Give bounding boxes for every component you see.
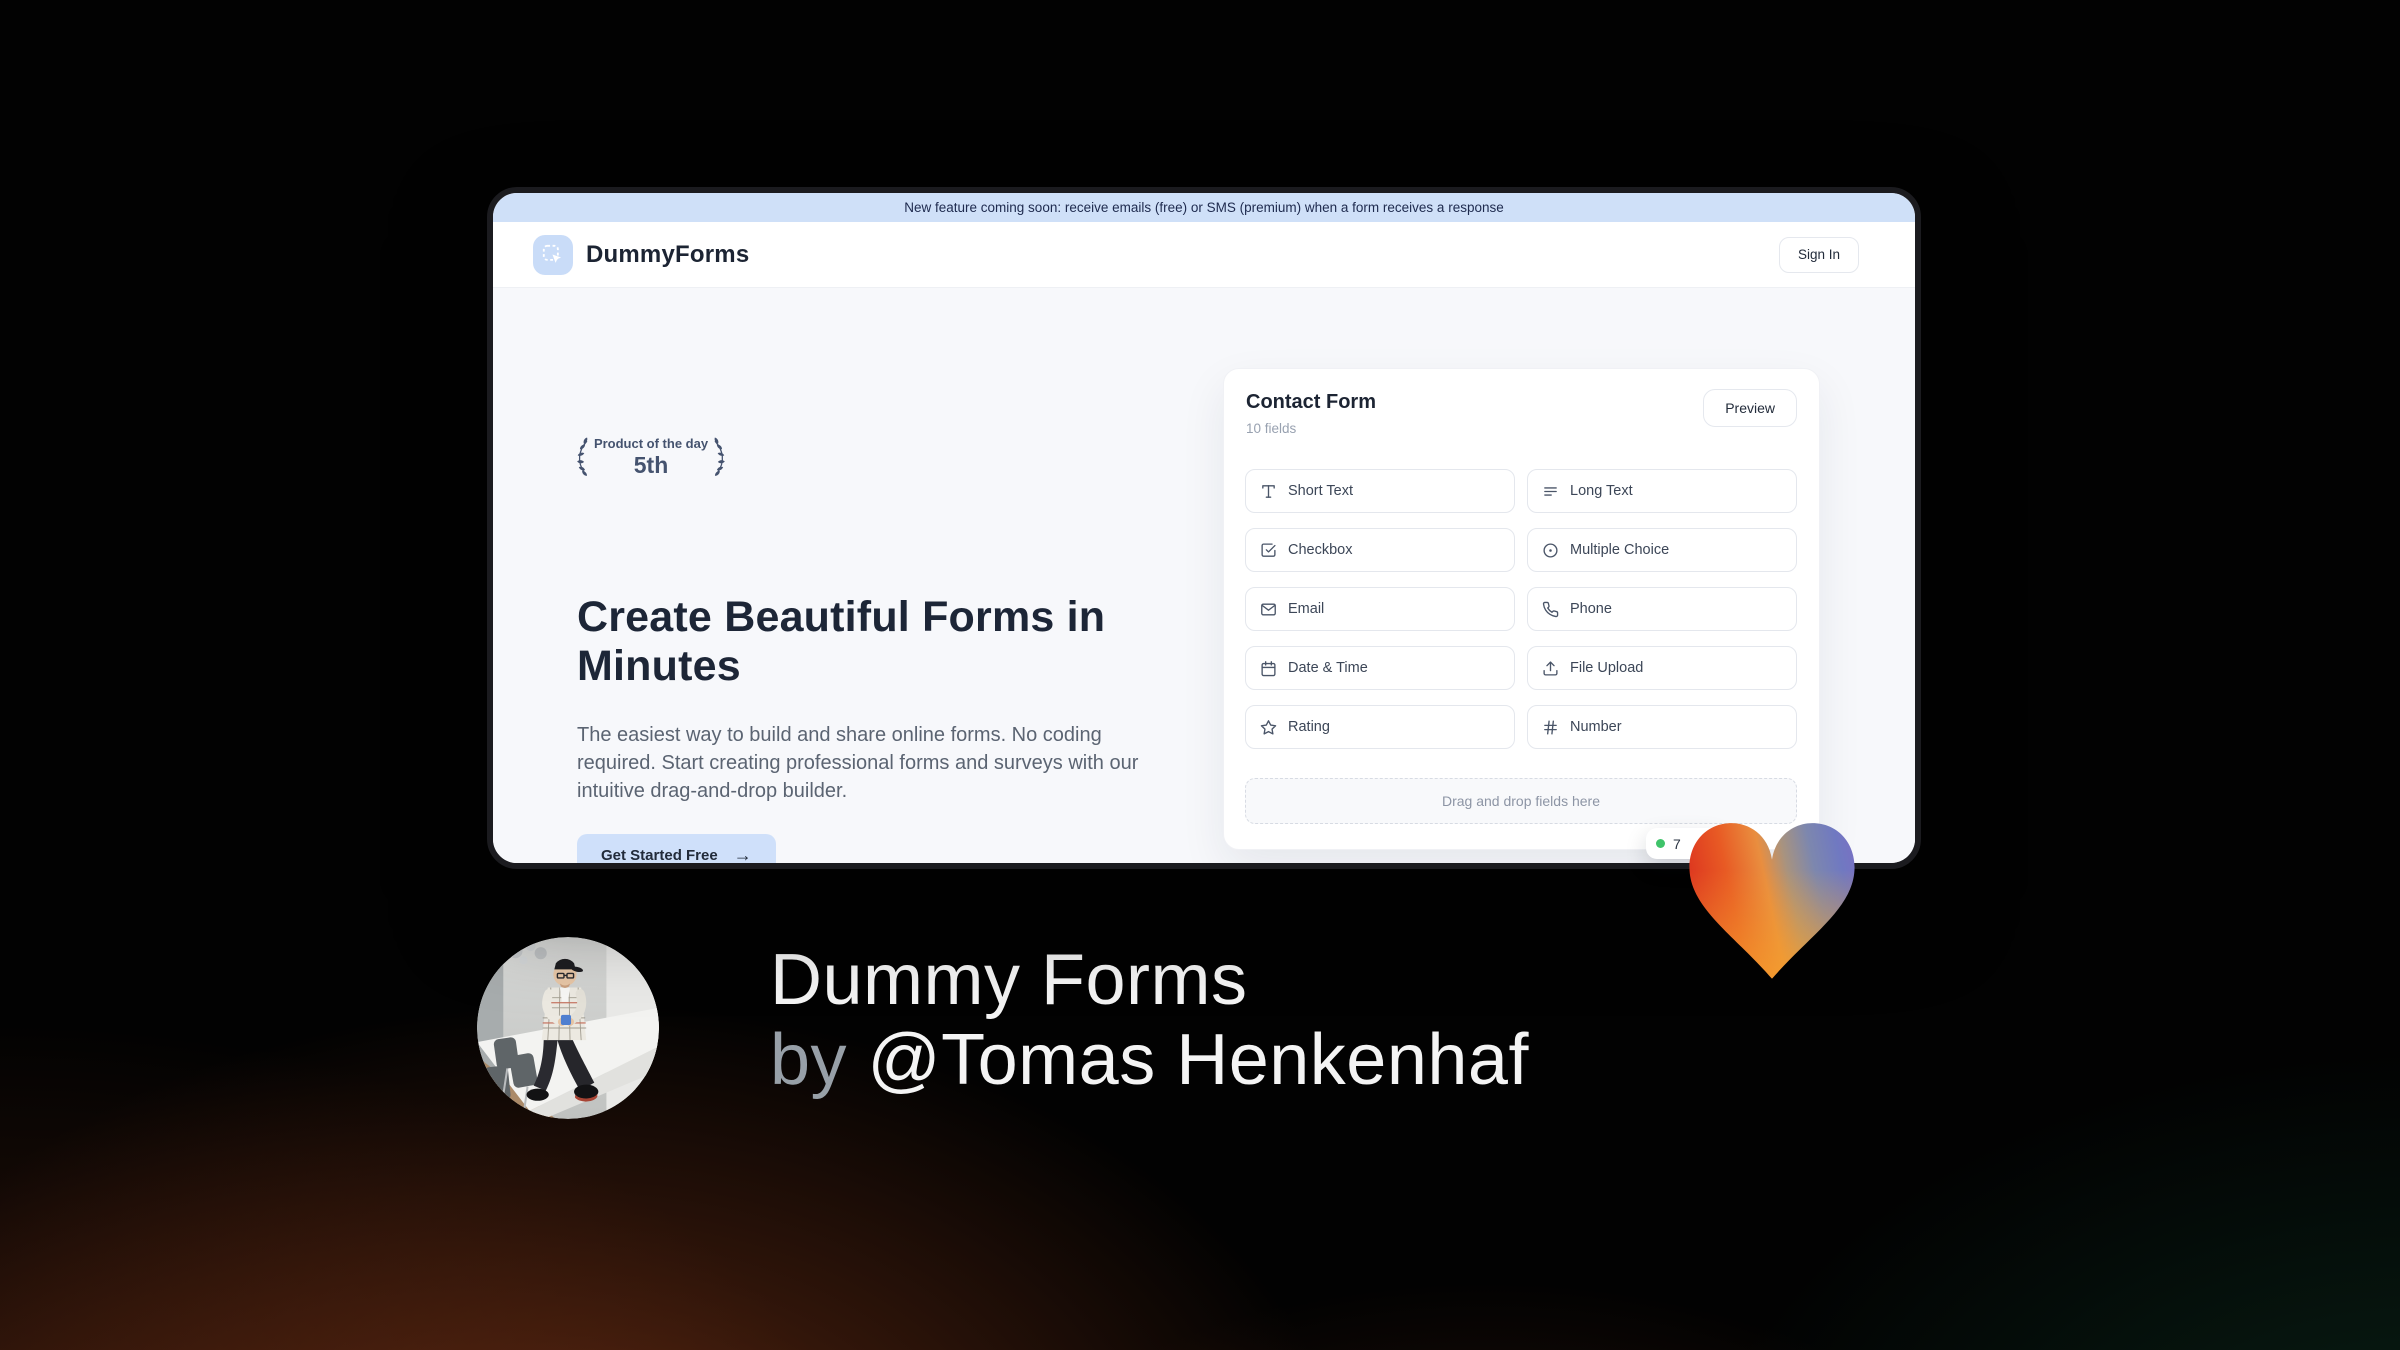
laurel-left-icon (577, 436, 589, 477)
lines-icon (1542, 483, 1559, 500)
field-type-label: Multiple Choice (1570, 542, 1670, 558)
dummyforms-logo-icon (533, 234, 573, 275)
field-type-button[interactable]: Multiple Choice (1527, 528, 1797, 572)
sign-in-button[interactable]: Sign In (1778, 236, 1859, 273)
form-builder-card: Contact Form 10 fields Preview Short Tex… (1223, 368, 1820, 850)
field-type-button[interactable]: Number (1527, 705, 1797, 749)
announcement-banner: New feature coming soon: receive emails … (493, 193, 1915, 222)
form-field-count: 10 fields (1246, 421, 1297, 436)
credit-block: Dummy Forms by @Tomas Henkenhaf (770, 940, 1529, 1100)
field-type-button[interactable]: Email (1245, 587, 1515, 631)
text-icon (1260, 483, 1277, 500)
calendar-icon (1260, 660, 1277, 677)
field-type-button[interactable]: Long Text (1527, 469, 1797, 513)
field-type-button[interactable]: Checkbox (1245, 528, 1515, 572)
app-body: Product of the day 5th Create Beautiful … (493, 288, 1915, 863)
app-header: DummyForms Sign In (493, 222, 1915, 288)
field-type-label: File Upload (1570, 660, 1644, 676)
product-name: Dummy Forms (770, 940, 1248, 1020)
field-type-label: Short Text (1288, 483, 1354, 499)
checkbox-icon (1260, 542, 1277, 559)
field-type-label: Long Text (1570, 483, 1633, 499)
radio-icon (1542, 542, 1559, 559)
product-of-the-day-badge: Product of the day 5th (571, 426, 731, 488)
laurel-right-icon (713, 436, 725, 477)
upload-icon (1542, 660, 1559, 677)
hero-title: Create Beautiful Forms in Minutes (577, 593, 1106, 690)
author-avatar (477, 937, 659, 1119)
phone-icon (1542, 601, 1559, 618)
green-status-dot-icon (1656, 839, 1665, 848)
field-type-button[interactable]: Rating (1245, 705, 1515, 749)
badge-title: Product of the day (593, 435, 709, 451)
announcement-text: New feature coming soon: receive emails … (904, 200, 1504, 215)
field-type-button[interactable]: Short Text (1245, 469, 1515, 513)
brand-title: DummyForms (586, 240, 750, 268)
badge-rank: 5th (633, 451, 669, 478)
hero-description: The easiest way to build and share onlin… (577, 724, 1139, 802)
field-type-grid: Short Text Long Text Checkbox Multiple Choi… (1245, 469, 1797, 749)
star-icon (1260, 719, 1277, 736)
browser-window: New feature coming soon: receive emails … (487, 187, 1921, 869)
field-type-label: Phone (1570, 601, 1612, 617)
byline-prefix: by (770, 1020, 868, 1100)
field-type-button[interactable]: File Upload (1527, 646, 1797, 690)
field-type-label: Date & Time (1288, 660, 1368, 676)
dropzone-label: Drag and drop fields here (1442, 793, 1600, 809)
preview-button[interactable]: Preview (1703, 389, 1797, 427)
field-type-button[interactable]: Date & Time (1245, 646, 1515, 690)
field-type-label: Checkbox (1288, 542, 1353, 558)
byline: by @Tomas Henkenhaf (770, 1020, 1529, 1100)
form-title: Contact Form (1246, 391, 1376, 413)
arrow-right-icon: → (733, 845, 752, 865)
envelope-icon (1260, 601, 1277, 618)
get-started-button[interactable]: Get Started Free → (577, 834, 776, 865)
field-type-label: Email (1288, 601, 1325, 617)
author-handle: @Tomas Henkenhaf (867, 1020, 1529, 1100)
field-type-button[interactable]: Phone (1527, 587, 1797, 631)
field-type-label: Rating (1288, 719, 1330, 735)
field-type-label: Number (1570, 719, 1622, 735)
hash-icon (1542, 719, 1559, 736)
cta-label: Get Started Free (601, 847, 718, 864)
heart-icon (1689, 823, 1855, 979)
